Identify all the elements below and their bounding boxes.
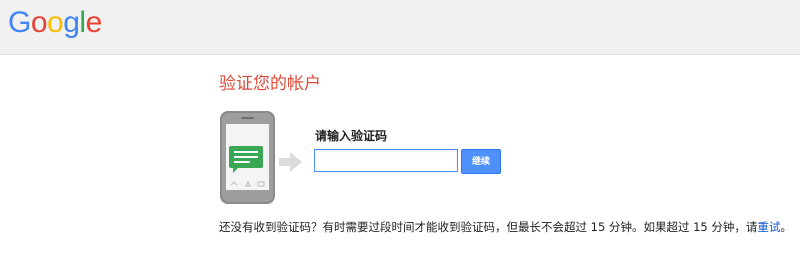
help-text-body: 还没有收到验证码？有时需要过段时间才能收到验证码，但最长不会超过 15 分钟。如… bbox=[219, 220, 758, 234]
continue-button[interactable]: 继续 bbox=[461, 149, 501, 174]
help-text: 还没有收到验证码？有时需要过段时间才能收到验证码，但最长不会超过 15 分钟。如… bbox=[219, 219, 792, 235]
logo-letter: e bbox=[85, 6, 103, 39]
header-bar: Google bbox=[0, 0, 800, 55]
retry-link[interactable]: 重试 bbox=[757, 220, 780, 234]
verification-code-input[interactable] bbox=[314, 149, 458, 172]
logo-letter: G bbox=[8, 6, 31, 39]
logo-letter: o bbox=[30, 6, 48, 39]
logo-letter: g bbox=[63, 6, 80, 39]
logo-letter: o bbox=[47, 6, 64, 39]
arrow-right-icon bbox=[279, 152, 302, 172]
verification-illustration bbox=[219, 110, 309, 205]
code-input-label: 请输入验证码 bbox=[315, 129, 388, 143]
google-logo[interactable]: Google bbox=[8, 8, 102, 38]
page-title: 验证您的帐户 bbox=[219, 74, 321, 94]
help-text-suffix: 。 bbox=[780, 220, 792, 234]
